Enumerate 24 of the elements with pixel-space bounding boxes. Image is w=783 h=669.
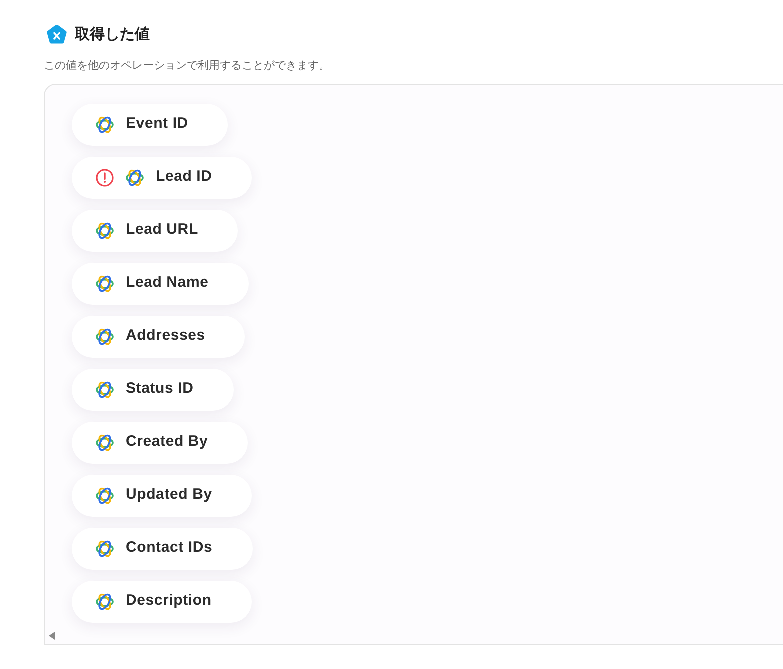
value-chip[interactable]: Updated By [72, 474, 252, 516]
section-description: この値を他のオペレーションで利用することができます。 [44, 58, 331, 72]
orbit-icon [96, 116, 114, 134]
value-chip[interactable]: Status ID [72, 368, 234, 410]
pentagon-x-icon [46, 24, 68, 46]
value-chip[interactable]: Contact IDs [72, 528, 253, 570]
orbit-icon [96, 540, 114, 558]
value-chip[interactable]: Lead Name [72, 262, 249, 304]
value-chip[interactable]: Description [72, 580, 252, 622]
value-chip[interactable]: Addresses [72, 316, 246, 358]
orbit-icon [126, 168, 144, 186]
value-chip[interactable]: Lead ID [72, 156, 252, 198]
orbit-icon [96, 222, 114, 240]
orbit-icon [96, 380, 114, 398]
value-chip[interactable]: Event ID [72, 104, 228, 146]
value-chip[interactable]: Created By [72, 422, 248, 464]
orbit-icon [96, 434, 114, 452]
orbit-icon [96, 592, 114, 610]
value-chip[interactable]: Lead URL [72, 210, 238, 252]
orbit-icon [96, 274, 114, 292]
scroll-left-arrow-icon[interactable] [49, 632, 55, 640]
orbit-icon [96, 328, 114, 346]
orbit-icon [96, 486, 114, 504]
section-title: 取得した値 [75, 25, 150, 45]
